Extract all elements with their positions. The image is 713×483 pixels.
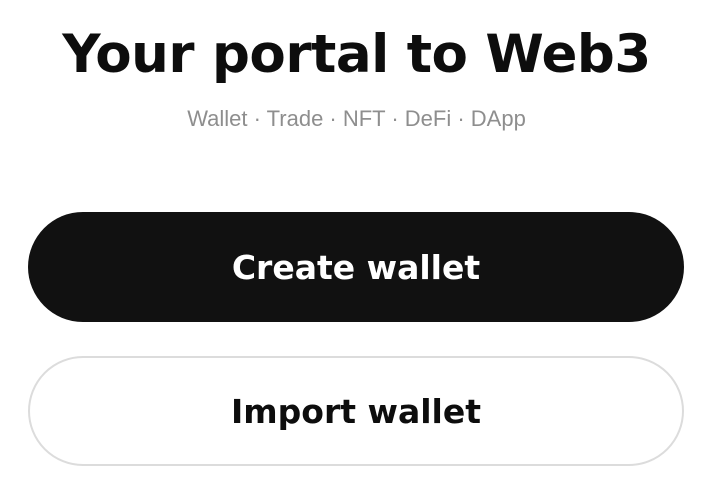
import-wallet-button[interactable]: Import wallet	[28, 356, 684, 466]
onboarding-screen: Your portal to Web3 Wallet · Trade · NFT…	[0, 0, 713, 483]
page-title: Your portal to Web3	[62, 24, 651, 85]
feature-tagline: Wallet · Trade · NFT · DeFi · DApp	[187, 106, 526, 131]
create-wallet-button[interactable]: Create wallet	[28, 212, 684, 322]
